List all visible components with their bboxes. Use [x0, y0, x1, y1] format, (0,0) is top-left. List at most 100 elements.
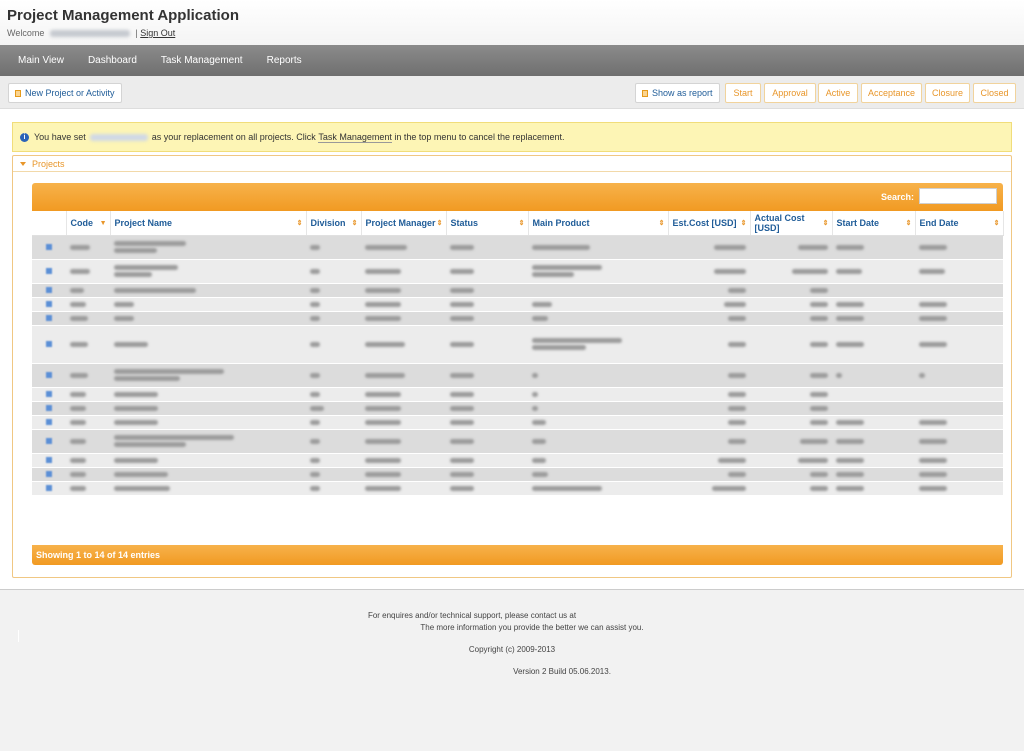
- col-status[interactable]: Status ⇕: [446, 211, 529, 236]
- col-end-date[interactable]: End Date ⇕: [915, 211, 1004, 236]
- redacted-text: [365, 471, 401, 477]
- sort-icon: ⇕: [296, 220, 303, 227]
- col-start-date[interactable]: Start Date ⇕: [832, 211, 916, 236]
- edit-icon[interactable]: [46, 340, 52, 347]
- row-icon-cell[interactable]: [32, 467, 66, 482]
- table-cell: [915, 311, 1003, 326]
- edit-icon[interactable]: [46, 484, 52, 491]
- row-icon-cell[interactable]: [32, 429, 66, 454]
- table-row[interactable]: [32, 467, 1003, 482]
- nav-dashboard[interactable]: Dashboard: [76, 55, 149, 66]
- row-icon-cell[interactable]: [32, 481, 66, 496]
- stage-active-button[interactable]: Active: [818, 83, 858, 103]
- redacted-text: [114, 376, 180, 381]
- table-row[interactable]: [32, 259, 1003, 284]
- col-end-date-label: End Date: [919, 217, 959, 228]
- table-row[interactable]: [32, 387, 1003, 402]
- table-cell: [446, 283, 528, 298]
- stage-closure-button[interactable]: Closure: [925, 83, 970, 103]
- stage-acceptance-button[interactable]: Acceptance: [861, 83, 922, 103]
- edit-icon[interactable]: [46, 267, 52, 274]
- row-icon-cell[interactable]: [32, 387, 66, 402]
- col-project-manager[interactable]: Project Manager ⇕: [361, 211, 447, 236]
- table-row[interactable]: [32, 311, 1003, 326]
- table-row[interactable]: [32, 453, 1003, 468]
- edit-icon[interactable]: [46, 243, 52, 250]
- edit-icon[interactable]: [46, 286, 52, 293]
- table-cell: [446, 259, 528, 284]
- stage-approval-button[interactable]: Approval: [764, 83, 816, 103]
- row-icon-cell[interactable]: [32, 453, 66, 468]
- edit-icon[interactable]: [46, 418, 52, 425]
- col-division[interactable]: Division ⇕: [306, 211, 362, 236]
- col-est-cost[interactable]: Est.Cost [USD] ⇕: [668, 211, 751, 236]
- table-row[interactable]: [32, 401, 1003, 416]
- row-icon-cell[interactable]: [32, 297, 66, 312]
- table-cell: [832, 481, 915, 496]
- table-cell: [66, 453, 110, 468]
- nav-main-view[interactable]: Main View: [6, 55, 76, 66]
- sort-icon: ⇕: [351, 220, 358, 227]
- table-cell: [832, 235, 915, 260]
- new-project-button[interactable]: New Project or Activity: [8, 83, 122, 103]
- info-icon: i: [20, 132, 29, 142]
- col-main-product[interactable]: Main Product ⇕: [528, 211, 669, 236]
- edit-icon[interactable]: [46, 371, 52, 378]
- table-header-row: Code ▼ Project Name ⇕ Division ⇕ Project Ma…: [32, 211, 1004, 236]
- welcome-line: Welcome | Sign Out: [7, 28, 1017, 38]
- nav-task-management[interactable]: Task Management: [149, 55, 255, 66]
- table-row[interactable]: [32, 415, 1003, 430]
- table-row[interactable]: [32, 283, 1003, 298]
- nav-reports[interactable]: Reports: [255, 55, 314, 66]
- table-cell: [361, 401, 446, 416]
- table-row[interactable]: [32, 429, 1003, 454]
- row-icon-cell[interactable]: [32, 283, 66, 298]
- table-cell: [668, 429, 750, 454]
- col-code[interactable]: Code ▼: [66, 211, 111, 236]
- edit-icon[interactable]: [46, 300, 52, 307]
- row-icon-cell[interactable]: [32, 363, 66, 388]
- task-management-link[interactable]: Task Management: [318, 132, 392, 143]
- redacted-text: [365, 372, 405, 378]
- table-cell: [915, 453, 1003, 468]
- table-cell: [668, 387, 750, 402]
- table-row[interactable]: [32, 235, 1003, 260]
- projects-panel-toggle[interactable]: Projects: [13, 156, 1011, 172]
- row-icon-cell[interactable]: [32, 259, 66, 284]
- welcome-label: Welcome: [7, 28, 45, 38]
- edit-icon[interactable]: [46, 437, 52, 444]
- table-cell: [306, 467, 361, 482]
- show-report-button[interactable]: Show as report: [635, 83, 720, 103]
- edit-icon[interactable]: [46, 456, 52, 463]
- edit-icon[interactable]: [46, 390, 52, 397]
- row-icon-cell[interactable]: [32, 235, 66, 260]
- edit-icon[interactable]: [46, 470, 52, 477]
- row-icon-cell[interactable]: [32, 325, 66, 364]
- col-project-name[interactable]: Project Name ⇕: [110, 211, 307, 236]
- table-row[interactable]: [32, 363, 1003, 388]
- projects-table: Code ▼ Project Name ⇕ Division ⇕ Project Ma…: [32, 211, 1004, 496]
- edit-icon[interactable]: [46, 314, 52, 321]
- redacted-text: [114, 248, 157, 253]
- redacted-text: [114, 442, 186, 447]
- search-input[interactable]: [919, 188, 997, 204]
- table-cell: [528, 467, 668, 482]
- row-icon-cell[interactable]: [32, 415, 66, 430]
- edit-icon[interactable]: [46, 404, 52, 411]
- sign-out-link[interactable]: Sign Out: [140, 28, 175, 38]
- table-cell: [66, 325, 110, 364]
- row-icon-cell[interactable]: [32, 311, 66, 326]
- table-cell: [306, 283, 361, 298]
- stage-start-button[interactable]: Start: [725, 83, 761, 103]
- col-status-label: Status: [450, 217, 479, 228]
- row-icon-cell[interactable]: [32, 401, 66, 416]
- table-row[interactable]: [32, 297, 1003, 312]
- stage-closed-button[interactable]: Closed: [973, 83, 1016, 103]
- redacted-text: [310, 405, 324, 411]
- col-actual-cost-label: Actual Cost [USD]: [754, 212, 805, 233]
- col-actual-cost[interactable]: Actual Cost [USD] ⇕: [750, 211, 833, 236]
- table-cell: [750, 311, 832, 326]
- table-cell: [668, 311, 750, 326]
- table-row[interactable]: [32, 481, 1003, 496]
- table-row[interactable]: [32, 325, 1003, 364]
